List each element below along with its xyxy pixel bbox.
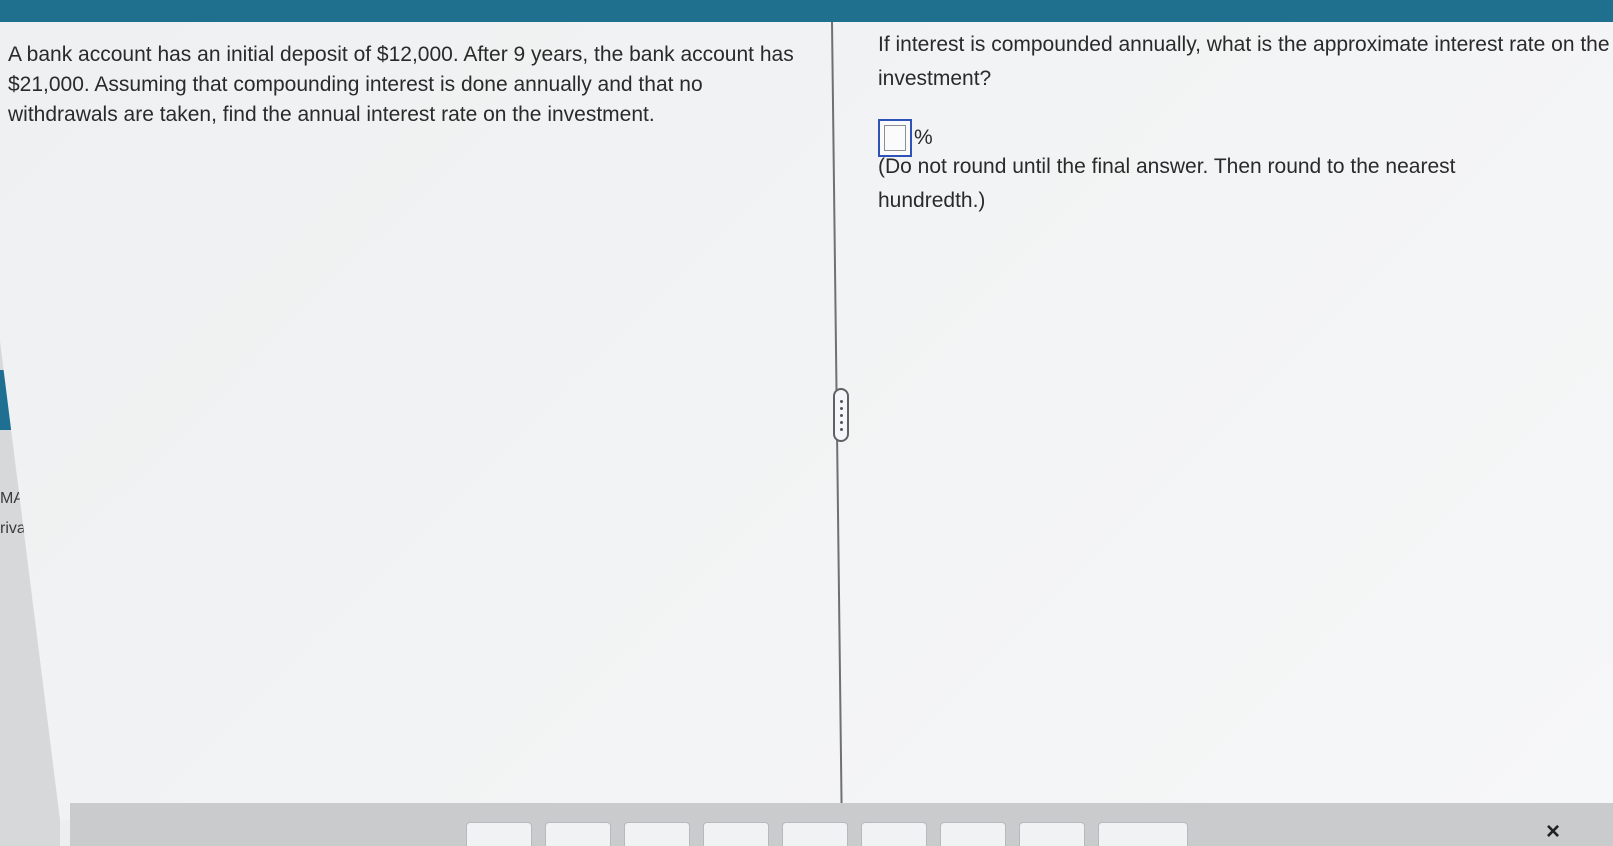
- math-tool-button[interactable]: [1019, 822, 1085, 846]
- top-banner: [0, 0, 1613, 22]
- math-tool-button[interactable]: [545, 822, 611, 846]
- handle-dot: [839, 399, 843, 403]
- left-sidebar-text-2: riva: [0, 520, 26, 537]
- question-prompt: If interest is compounded annually, what…: [878, 33, 1610, 90]
- rounding-instruction: (Do not round until the final answer. Th…: [878, 155, 1456, 212]
- handle-dot: [839, 413, 843, 417]
- math-tool-button[interactable]: [624, 822, 690, 846]
- close-icon[interactable]: ×: [1540, 818, 1566, 846]
- math-tool-button[interactable]: [703, 822, 769, 846]
- question-panel: [0, 22, 1613, 820]
- problem-statement: A bank account has an initial deposit of…: [8, 43, 794, 126]
- panel-frame: [0, 22, 1613, 820]
- handle-dot: [839, 406, 843, 410]
- percent-unit: %: [914, 126, 933, 149]
- math-tool-button[interactable]: [782, 822, 848, 846]
- math-tool-button[interactable]: [861, 822, 927, 846]
- math-tool-button[interactable]: [1098, 822, 1188, 846]
- math-toolbar: [466, 822, 1188, 846]
- math-tool-button[interactable]: [466, 822, 532, 846]
- math-tool-button[interactable]: [940, 822, 1006, 846]
- divider-drag-handle[interactable]: [833, 388, 849, 442]
- handle-dot: [839, 420, 843, 424]
- handle-dot: [839, 427, 843, 431]
